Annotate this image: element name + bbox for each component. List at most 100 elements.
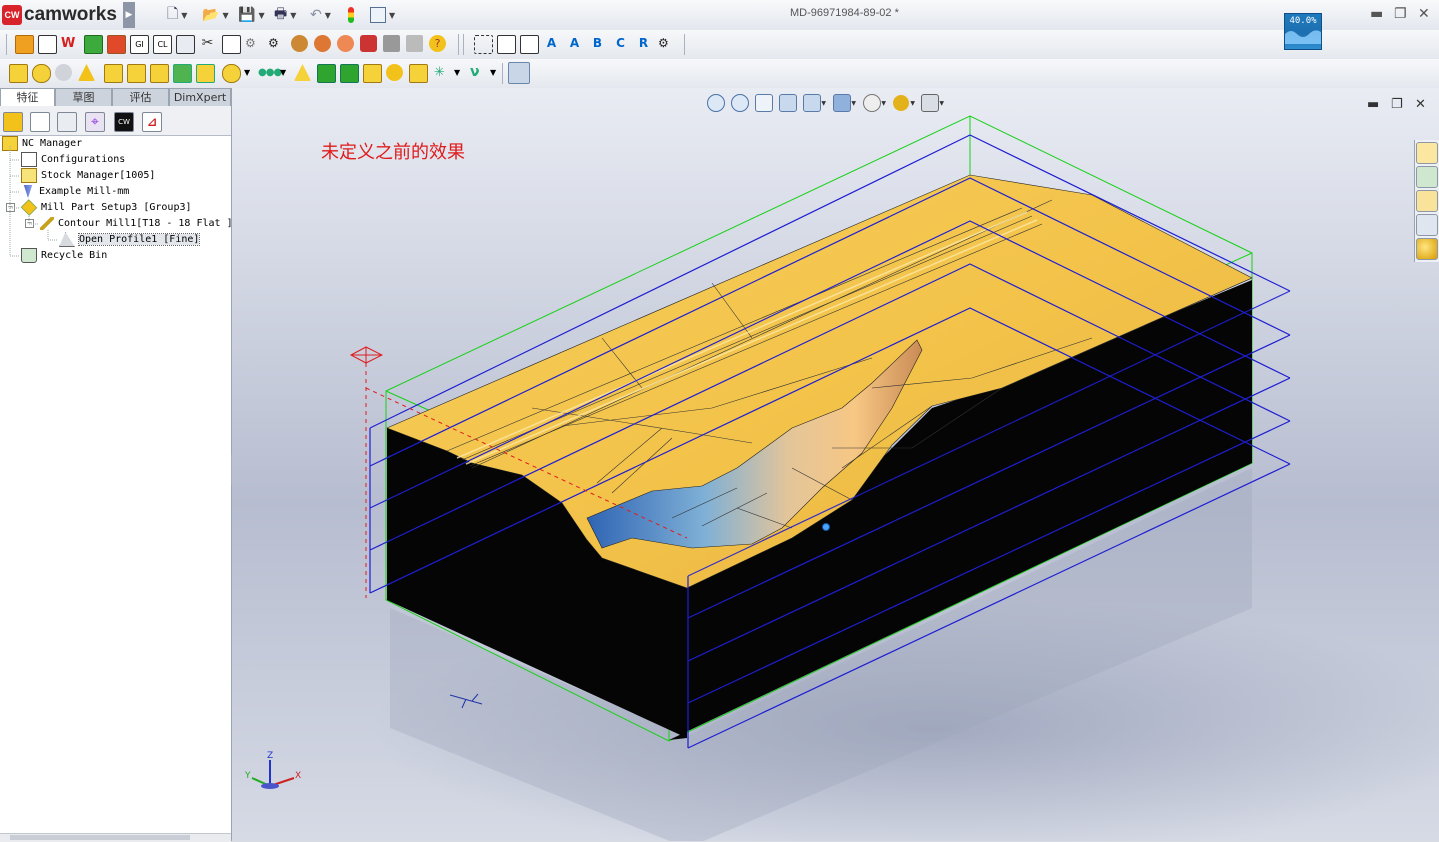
feature-list-icon[interactable] xyxy=(520,35,539,54)
design-library-icon[interactable] xyxy=(1416,166,1438,188)
wrap-icon[interactable] xyxy=(363,64,382,83)
save-button[interactable]: 💾 ▼ xyxy=(238,5,265,25)
viewport-minimize-button[interactable]: ▬ xyxy=(1367,97,1379,112)
apply-scene-icon[interactable]: ▼ xyxy=(921,94,944,112)
chamfer-icon[interactable] xyxy=(173,64,192,83)
settings-icon[interactable]: ⚙ xyxy=(658,35,675,52)
close-button[interactable]: ✕ xyxy=(1418,6,1430,22)
camworks-options-icon[interactable] xyxy=(291,35,308,52)
shell-icon[interactable] xyxy=(222,64,241,83)
view-a-icon[interactable]: A xyxy=(543,35,560,52)
linear-pattern-icon[interactable]: ●●● xyxy=(258,64,282,81)
rebuild-button[interactable] xyxy=(348,5,354,25)
tab-dimxpert[interactable]: DimXpert xyxy=(169,88,231,106)
selection-point[interactable] xyxy=(822,523,830,531)
undo-button[interactable]: ↶ ▼ xyxy=(310,5,331,25)
scrollbar-thumb[interactable] xyxy=(10,835,190,840)
disabled-tool-icon[interactable] xyxy=(383,35,400,52)
print-button[interactable]: 🖶 ▼ xyxy=(274,5,296,25)
menu-expand-arrow-icon[interactable]: ▶ xyxy=(123,2,135,28)
rib-icon[interactable] xyxy=(196,64,215,83)
check-features-icon[interactable] xyxy=(497,35,516,54)
restore-button[interactable]: ❐ xyxy=(1394,6,1407,22)
loft-icon[interactable] xyxy=(78,64,95,81)
appearances-icon[interactable] xyxy=(1416,238,1438,260)
view-a2-icon[interactable]: A xyxy=(566,35,583,52)
chevron-down-icon[interactable]: ▼ xyxy=(490,64,507,81)
configuration-manager-icon[interactable] xyxy=(57,112,77,132)
tab-features[interactable]: 特征 xyxy=(0,88,55,106)
minimize-button[interactable]: ▬ xyxy=(1370,6,1383,22)
zoom-to-area-icon[interactable] xyxy=(731,94,749,112)
intersect-icon[interactable] xyxy=(386,64,403,81)
app-name: camworks xyxy=(24,4,117,25)
open-button[interactable]: 📂 ▼ xyxy=(202,5,229,25)
tool-crib-icon[interactable]: ⚙ xyxy=(268,35,285,52)
camworks-logo[interactable]: CW camworks xyxy=(2,3,117,27)
technology-database-icon[interactable]: ⚙ xyxy=(245,35,262,52)
camworks-operation-tree-icon[interactable]: ⊿ xyxy=(142,112,162,132)
view-r-icon[interactable]: R xyxy=(635,35,652,52)
post-process-icon[interactable]: CL xyxy=(153,35,172,54)
chevron-down-icon[interactable]: ▼ xyxy=(280,64,297,81)
command-manager-tabs: 特征 草图 评估 DimXpert xyxy=(0,88,231,106)
curves-icon[interactable]: ν xyxy=(470,64,487,81)
combine-operations-icon[interactable] xyxy=(360,35,377,52)
previous-view-icon[interactable] xyxy=(755,94,773,112)
toolbar-separator xyxy=(502,63,503,84)
disabled-tool-2-icon[interactable] xyxy=(406,35,423,52)
zoom-to-fit-icon[interactable] xyxy=(707,94,725,112)
solidworks-resources-icon[interactable] xyxy=(1416,142,1438,164)
extract-machinable-features-icon[interactable] xyxy=(15,35,34,54)
tab-evaluate[interactable]: 评估 xyxy=(112,88,169,106)
property-manager-icon[interactable] xyxy=(30,112,50,132)
dome-icon[interactable] xyxy=(340,64,359,83)
view-orientation-icon[interactable]: ▼ xyxy=(803,94,826,112)
step-through-toolpath-icon[interactable]: GI xyxy=(130,35,149,54)
viewport-restore-button[interactable]: ❐ xyxy=(1391,97,1403,112)
setup-sheets-icon[interactable] xyxy=(176,35,195,54)
insert-operation-icon[interactable] xyxy=(337,35,354,52)
view-b-icon[interactable]: B xyxy=(589,35,606,52)
camworks-feature-tree-icon[interactable]: CW xyxy=(114,112,134,132)
minimize-icon: ▬ xyxy=(1367,97,1380,112)
insert-mill-part-setup-icon[interactable] xyxy=(314,35,331,52)
fillet-icon[interactable] xyxy=(150,64,169,83)
generate-toolpath-icon[interactable] xyxy=(84,35,103,54)
graphics-viewport[interactable]: Z X Y ▼ ▼ ▼ ▼ ▼ ▬ ❐ ✕ 未定义之前的效果 xyxy=(232,88,1439,841)
chevron-down-icon[interactable]: ▼ xyxy=(454,64,471,81)
save-cl-file-icon[interactable] xyxy=(222,35,241,54)
tree-item-open-profile[interactable]: Open Profile1 [Fine] xyxy=(59,232,201,247)
feature-manager-icon[interactable] xyxy=(3,112,23,132)
extruded-cut-icon[interactable] xyxy=(104,64,123,83)
swept-boss-icon[interactable] xyxy=(55,64,72,81)
view-c-icon[interactable]: C xyxy=(612,35,629,52)
revolved-boss-icon[interactable] xyxy=(32,64,51,83)
file-explorer-icon[interactable] xyxy=(1416,190,1438,212)
chevron-down-icon: ▼ xyxy=(881,100,886,107)
close-icon: ✕ xyxy=(1418,6,1430,22)
edit-appearance-icon[interactable]: ▼ xyxy=(893,95,915,111)
define-machine-icon[interactable] xyxy=(38,35,57,54)
hide-show-items-icon[interactable]: ▼ xyxy=(863,94,886,112)
sort-operations-icon[interactable] xyxy=(474,35,493,54)
extruded-boss-icon[interactable] xyxy=(9,64,28,83)
options-button[interactable]: ▼ xyxy=(370,5,395,25)
mirror-icon[interactable] xyxy=(317,64,336,83)
viewport-close-button[interactable]: ✕ xyxy=(1415,97,1426,112)
new-document-icon: 🗋 xyxy=(167,6,179,22)
instant3d-icon[interactable] xyxy=(508,62,530,84)
generate-operation-plan-icon[interactable]: W xyxy=(61,35,78,52)
cut-icon[interactable]: ✂ xyxy=(199,35,216,52)
view-palette-icon[interactable] xyxy=(1416,214,1438,236)
section-view-icon[interactable] xyxy=(779,94,797,112)
tab-sketch[interactable]: 草图 xyxy=(55,88,112,106)
point-icon[interactable]: ✳ xyxy=(434,64,451,81)
new-document-button[interactable]: 🗋 ▼ xyxy=(167,5,187,25)
display-style-icon[interactable]: ▼ xyxy=(833,94,856,112)
dimxpert-manager-icon[interactable]: ⌖ xyxy=(85,112,105,132)
simulate-toolpath-icon[interactable] xyxy=(107,35,126,54)
hole-wizard-icon[interactable] xyxy=(127,64,146,83)
reference-geometry-icon[interactable] xyxy=(409,64,428,83)
help-icon[interactable]: ? xyxy=(429,35,446,52)
